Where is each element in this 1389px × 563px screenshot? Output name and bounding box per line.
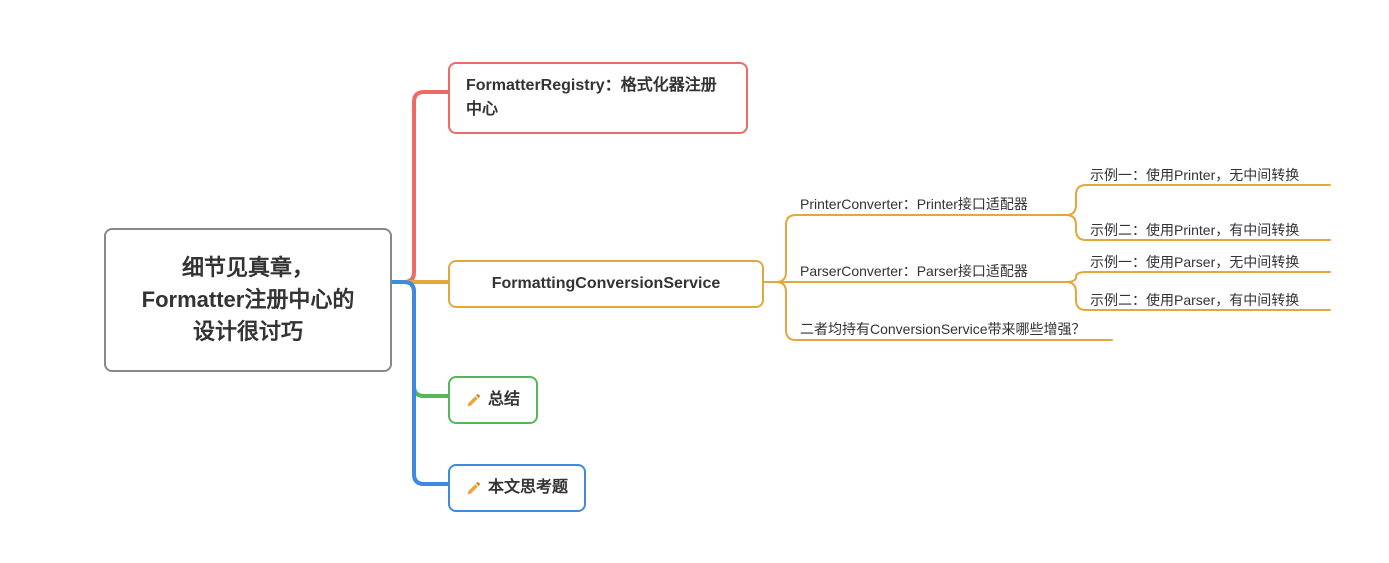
root-node[interactable]: 细节见真章， Formatter注册中心的 设计很讨巧 — [104, 228, 392, 372]
child-parser-converter-label: ParserConverter：Parser接口适配器 — [800, 263, 1028, 279]
branch-formatting-conversion-service[interactable]: FormattingConversionService — [448, 260, 764, 308]
child-parser-converter[interactable]: ParserConverter：Parser接口适配器 — [800, 262, 1028, 282]
leaf-parser-example-1-label: 示例一：使用Parser，无中间转换 — [1090, 254, 1299, 270]
root-title-line2: Formatter注册中心的 — [142, 287, 355, 312]
branch-questions[interactable]: 本文思考题 — [448, 464, 586, 512]
leaf-printer-example-2-label: 示例二：使用Printer，有中间转换 — [1090, 222, 1299, 238]
leaf-parser-example-2-label: 示例二：使用Parser，有中间转换 — [1090, 292, 1299, 308]
branch-formatter-registry[interactable]: FormatterRegistry：格式化器注册中心 — [448, 62, 748, 134]
child-printer-converter-label: PrinterConverter：Printer接口适配器 — [800, 196, 1028, 212]
child-both-hold-conversionservice-label: 二者均持有ConversionService带来哪些增强？ — [800, 321, 1086, 337]
branch-summary[interactable]: 总结 — [448, 376, 538, 424]
root-title-line3: 设计很讨巧 — [193, 319, 303, 344]
child-both-hold-conversionservice[interactable]: 二者均持有ConversionService带来哪些增强？ — [800, 320, 1086, 340]
root-title-line1: 细节见真章， — [182, 255, 314, 280]
branch-formatting-conversion-service-label: FormattingConversionService — [492, 272, 721, 296]
leaf-printer-example-2[interactable]: 示例二：使用Printer，有中间转换 — [1090, 221, 1299, 241]
leaf-printer-example-1-label: 示例一：使用Printer，无中间转换 — [1090, 167, 1299, 183]
leaf-parser-example-2[interactable]: 示例二：使用Parser，有中间转换 — [1090, 291, 1299, 311]
pencil-icon — [466, 480, 482, 496]
branch-questions-label: 本文思考题 — [488, 476, 568, 500]
child-printer-converter[interactable]: PrinterConverter：Printer接口适配器 — [800, 195, 1028, 215]
branch-formatter-registry-label: FormatterRegistry：格式化器注册中心 — [466, 74, 730, 122]
leaf-parser-example-1[interactable]: 示例一：使用Parser，无中间转换 — [1090, 253, 1299, 273]
leaf-printer-example-1[interactable]: 示例一：使用Printer，无中间转换 — [1090, 166, 1299, 186]
branch-summary-label: 总结 — [488, 388, 520, 412]
pencil-icon — [466, 392, 482, 408]
